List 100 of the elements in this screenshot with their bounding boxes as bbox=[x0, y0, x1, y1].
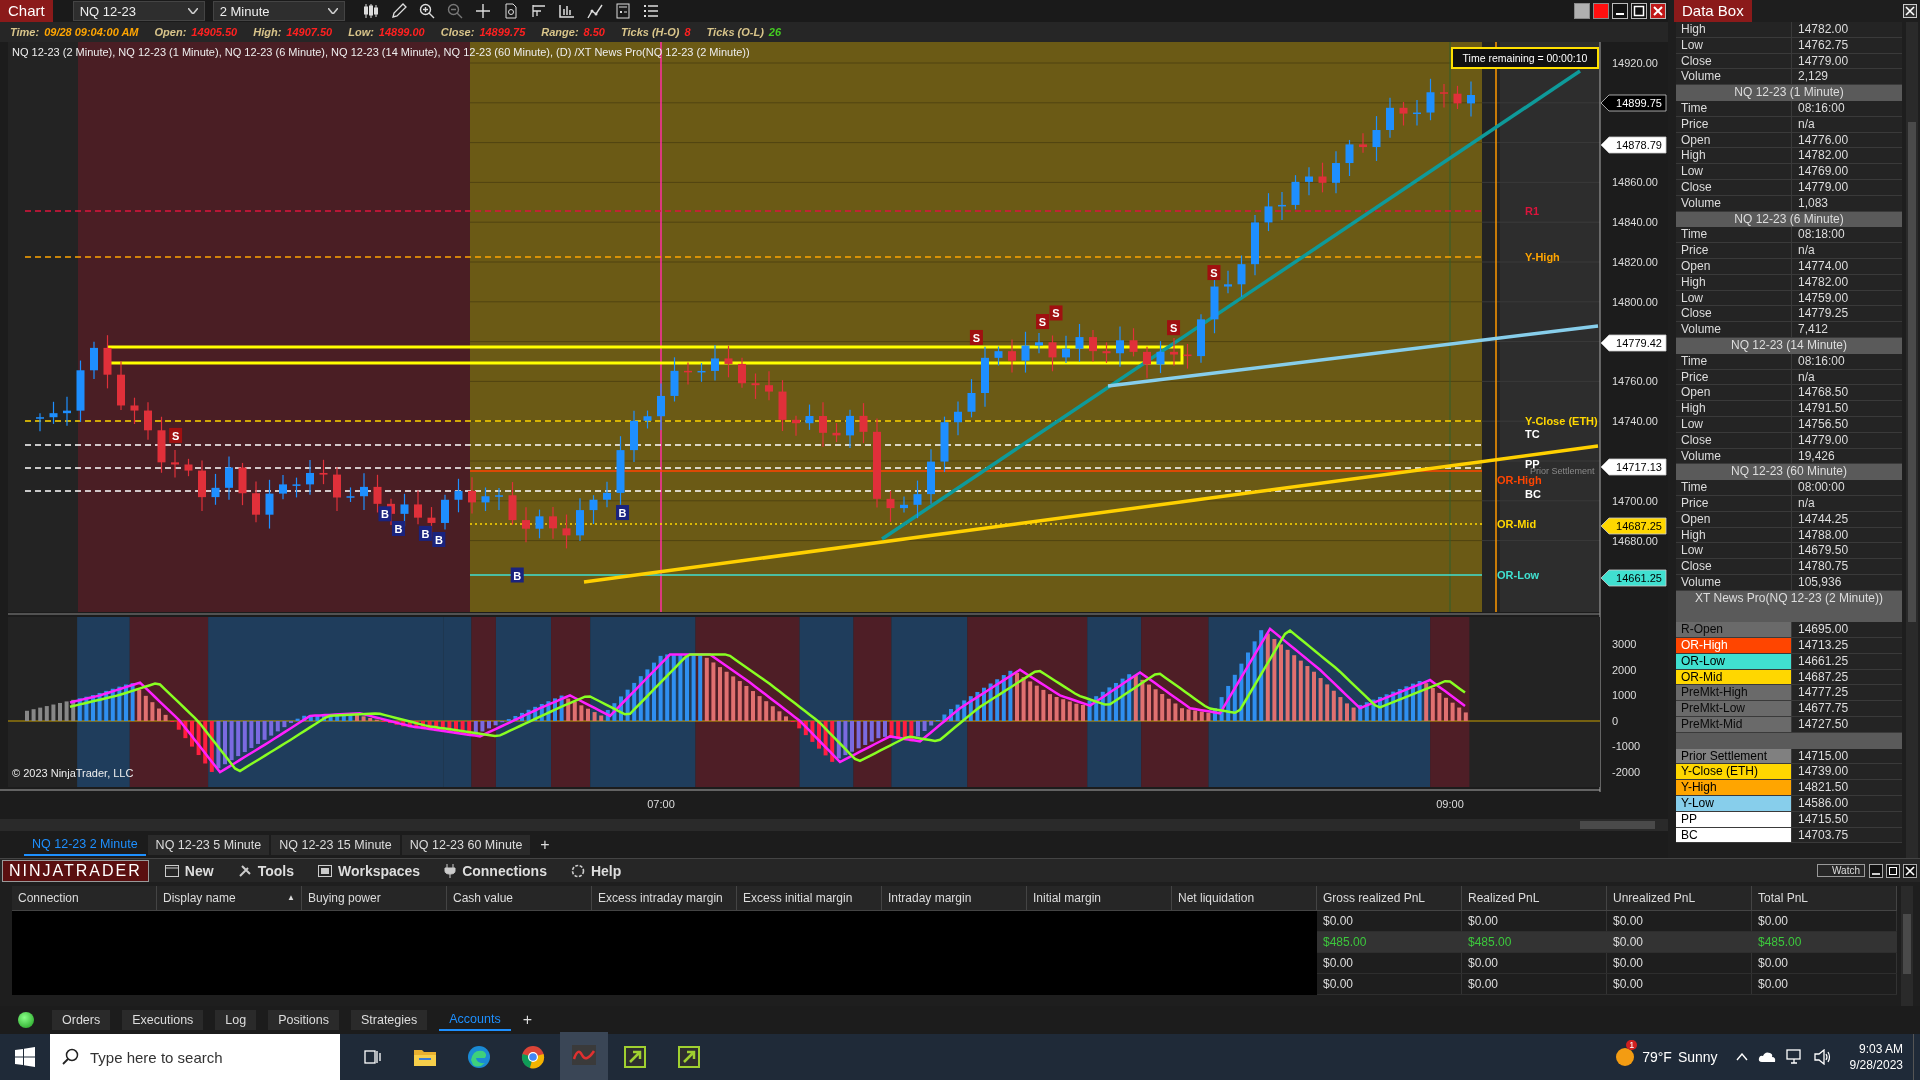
column-header[interactable]: Cash value bbox=[447, 886, 592, 910]
column-header[interactable]: Excess intraday margin bbox=[592, 886, 737, 910]
table-cell: $0.00 bbox=[1317, 911, 1462, 931]
table-cell: $485.00 bbox=[1462, 932, 1607, 952]
field-label: Close bbox=[1676, 559, 1792, 574]
column-header[interactable]: Initial margin bbox=[1027, 886, 1172, 910]
search-field[interactable]: Type here to search bbox=[50, 1034, 340, 1080]
column-header[interactable]: Gross realized PnL bbox=[1317, 886, 1462, 910]
column-header[interactable]: Buying power bbox=[302, 886, 447, 910]
field-value: 105,936 bbox=[1797, 574, 1842, 590]
column-header[interactable]: Excess initial margin bbox=[737, 886, 882, 910]
field-value: 14713.25 bbox=[1797, 638, 1849, 653]
column-header[interactable]: Connection bbox=[12, 886, 157, 910]
table-row[interactable]: $0.00 $0.00 $0.00 $0.00 bbox=[1317, 974, 1897, 995]
menu-item[interactable]: Workspaces bbox=[317, 862, 421, 879]
table-row[interactable]: $0.00 $0.00 $0.00 $0.00 bbox=[1317, 953, 1897, 974]
field-value: 14774.00 bbox=[1797, 258, 1849, 274]
table-cell: $0.00 bbox=[1462, 974, 1607, 994]
tab[interactable]: Positions bbox=[268, 1010, 339, 1030]
column-header[interactable]: Display name ▲ bbox=[157, 886, 302, 910]
field-label: Time bbox=[1676, 353, 1792, 369]
watch-button[interactable]: Watch bbox=[1817, 864, 1865, 877]
info-label: High: bbox=[253, 26, 282, 38]
info-value: 8.50 bbox=[583, 26, 605, 38]
column-header[interactable]: Net liquidation bbox=[1172, 886, 1317, 910]
table-row[interactable]: $0.00 $0.00 $0.00 $0.00 bbox=[1317, 911, 1897, 932]
table-cell: $0.00 bbox=[1607, 911, 1752, 931]
field-value: 2,129 bbox=[1797, 69, 1829, 85]
chart-tab[interactable]: NQ 12-23 5 Minute bbox=[147, 835, 270, 855]
price-tag: 14687.25 bbox=[1600, 517, 1667, 535]
instrument-dropdown[interactable]: NQ 12-23 bbox=[72, 1, 205, 21]
field-value: 14759.00 bbox=[1797, 290, 1849, 306]
price-tag: 14878.79 bbox=[1600, 136, 1667, 154]
info-value: 14899.00 bbox=[378, 26, 425, 38]
field-label: PreMkt-Mid bbox=[1676, 717, 1792, 732]
field-label: PreMkt-High bbox=[1676, 685, 1792, 701]
timer-label: Time remaining = 00:00:10 bbox=[1451, 47, 1599, 69]
menu-item[interactable]: New bbox=[164, 862, 214, 879]
tab[interactable]: Strategies bbox=[350, 1010, 428, 1030]
table-cell: $0.00 bbox=[1752, 953, 1897, 973]
field-value: 14780.75 bbox=[1797, 559, 1849, 574]
level-label: OR-High bbox=[1497, 474, 1542, 486]
add-tab-button[interactable]: + bbox=[532, 836, 558, 854]
tab[interactable]: Orders bbox=[52, 1010, 111, 1030]
level-label: Y-High bbox=[1525, 251, 1560, 263]
field-label: High bbox=[1676, 274, 1792, 290]
field-value: 14779.00 bbox=[1797, 179, 1849, 195]
field-value: 14715.00 bbox=[1797, 748, 1849, 764]
table-row[interactable]: $485.00 $485.00 $0.00 $485.00 bbox=[1317, 932, 1897, 953]
level-label: OR-Low bbox=[1497, 569, 1540, 581]
field-label: High bbox=[1676, 527, 1792, 543]
menu-item[interactable]: Help bbox=[570, 862, 622, 879]
chart-tab[interactable]: NQ 12-23 60 Minute bbox=[401, 835, 531, 855]
section-header: NQ 12-23 (60 Minute) bbox=[1676, 464, 1902, 481]
field-label: Low bbox=[1676, 416, 1792, 432]
info-value: 26 bbox=[768, 26, 782, 38]
chart-tab[interactable]: NQ 12-23 15 Minute bbox=[271, 835, 400, 855]
interval-dropdown[interactable]: 2 Minute bbox=[212, 1, 345, 21]
level-label: OR-Mid bbox=[1497, 518, 1537, 530]
buy-marker: B bbox=[432, 532, 446, 547]
time-axis-label: 09:00 bbox=[1436, 798, 1464, 810]
field-value: 08:00:00 bbox=[1797, 480, 1845, 495]
field-value: 14776.00 bbox=[1797, 132, 1849, 148]
indicator-axis-label: 1000 bbox=[1612, 689, 1637, 702]
menu-item[interactable]: Connections bbox=[444, 862, 547, 879]
field-value: n/a bbox=[1797, 495, 1815, 511]
table-cell: $485.00 bbox=[1752, 932, 1897, 952]
field-label: Y-Low bbox=[1676, 796, 1792, 811]
time-axis-label: 07:00 bbox=[647, 798, 675, 810]
chart-legend: NQ 12-23 (2 Minute), NQ 12-23 (1 Minute), NQ 12-23 (6 Minute), NQ 12-23 (14 Minute), NQ 12-23 (60 Minute), (D) /XT News Pro(NQ 12-23 (2 Minute)) bbox=[12, 46, 750, 58]
column-header[interactable]: Unrealized PnL bbox=[1607, 886, 1752, 910]
table-cell: $0.00 bbox=[1317, 974, 1462, 994]
field-label: Time bbox=[1676, 227, 1792, 243]
section-header: NQ 12-23 (1 Minute) bbox=[1676, 85, 1902, 101]
tab[interactable]: Executions bbox=[122, 1010, 204, 1030]
add-tab-button[interactable]: + bbox=[522, 1011, 532, 1029]
field-value: 14788.00 bbox=[1797, 527, 1849, 543]
field-label: Low bbox=[1676, 290, 1792, 306]
column-header[interactable]: Total PnL bbox=[1752, 886, 1897, 910]
field-label: Time bbox=[1676, 101, 1792, 116]
menu-item[interactable]: Tools bbox=[237, 862, 294, 879]
field-value: 14703.75 bbox=[1797, 827, 1849, 843]
field-label: Open bbox=[1676, 132, 1792, 148]
price-axis-label: 14820.00 bbox=[1612, 256, 1658, 268]
field-value: 14821.50 bbox=[1797, 780, 1849, 796]
field-label: Volume bbox=[1676, 448, 1792, 464]
level-label: R1 bbox=[1525, 205, 1540, 217]
field-label: Y-Close (ETH) bbox=[1676, 764, 1792, 780]
column-header[interactable]: Intraday margin bbox=[882, 886, 1027, 910]
field-label: Close bbox=[1676, 179, 1792, 195]
field-value: 14779.00 bbox=[1797, 432, 1849, 448]
panel-title: Data Box bbox=[1674, 0, 1752, 22]
tab[interactable]: Log bbox=[215, 1010, 257, 1030]
field-label: Volume bbox=[1676, 195, 1792, 211]
table-cell: $0.00 bbox=[1607, 953, 1752, 973]
column-header[interactable]: Realized PnL bbox=[1462, 886, 1607, 910]
field-label: Volume bbox=[1676, 574, 1792, 590]
logo: NINJATRADER bbox=[2, 859, 149, 882]
table-cell: $0.00 bbox=[1462, 953, 1607, 973]
field-label: Close bbox=[1676, 306, 1792, 322]
